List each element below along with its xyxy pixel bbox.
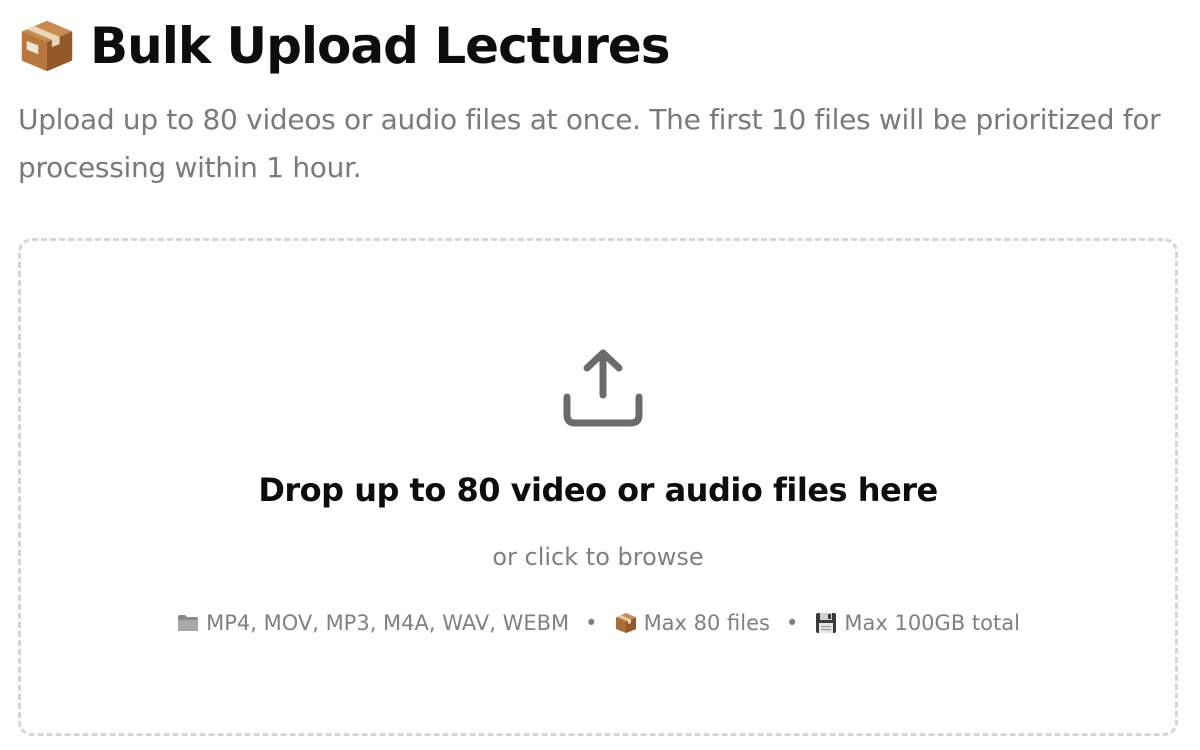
folder-icon <box>178 615 199 631</box>
max-size-info: Max 100GB total <box>814 611 1020 635</box>
max-files-text: Max 80 files <box>643 611 770 635</box>
page-description: Upload up to 80 videos or audio files at… <box>18 103 1161 184</box>
package-icon <box>615 613 636 633</box>
file-requirements: MP4, MOV, MP3, M4A, WAV, WEBM • Max 80 f… <box>21 611 1175 635</box>
page-title: Bulk Upload Lectures <box>90 17 671 75</box>
formats-text: MP4, MOV, MP3, M4A, WAV, WEBM <box>206 611 570 635</box>
upload-icon <box>563 349 643 427</box>
dropzone-title: Drop up to 80 video or audio files here <box>258 471 938 509</box>
max-files-info: Max 80 files <box>614 611 770 635</box>
browse-link[interactable]: or click to browse <box>21 543 1175 571</box>
page-header: Bulk Upload Lectures <box>18 14 671 78</box>
formats-info: MP4, MOV, MP3, M4A, WAV, WEBM <box>176 611 569 635</box>
separator: • <box>785 611 799 635</box>
floppy-disk-icon <box>816 613 837 633</box>
package-icon <box>21 20 73 72</box>
max-size-text: Max 100GB total <box>844 611 1020 635</box>
file-dropzone[interactable]: Drop up to 80 video or audio files here … <box>18 238 1178 736</box>
separator: • <box>585 611 598 635</box>
